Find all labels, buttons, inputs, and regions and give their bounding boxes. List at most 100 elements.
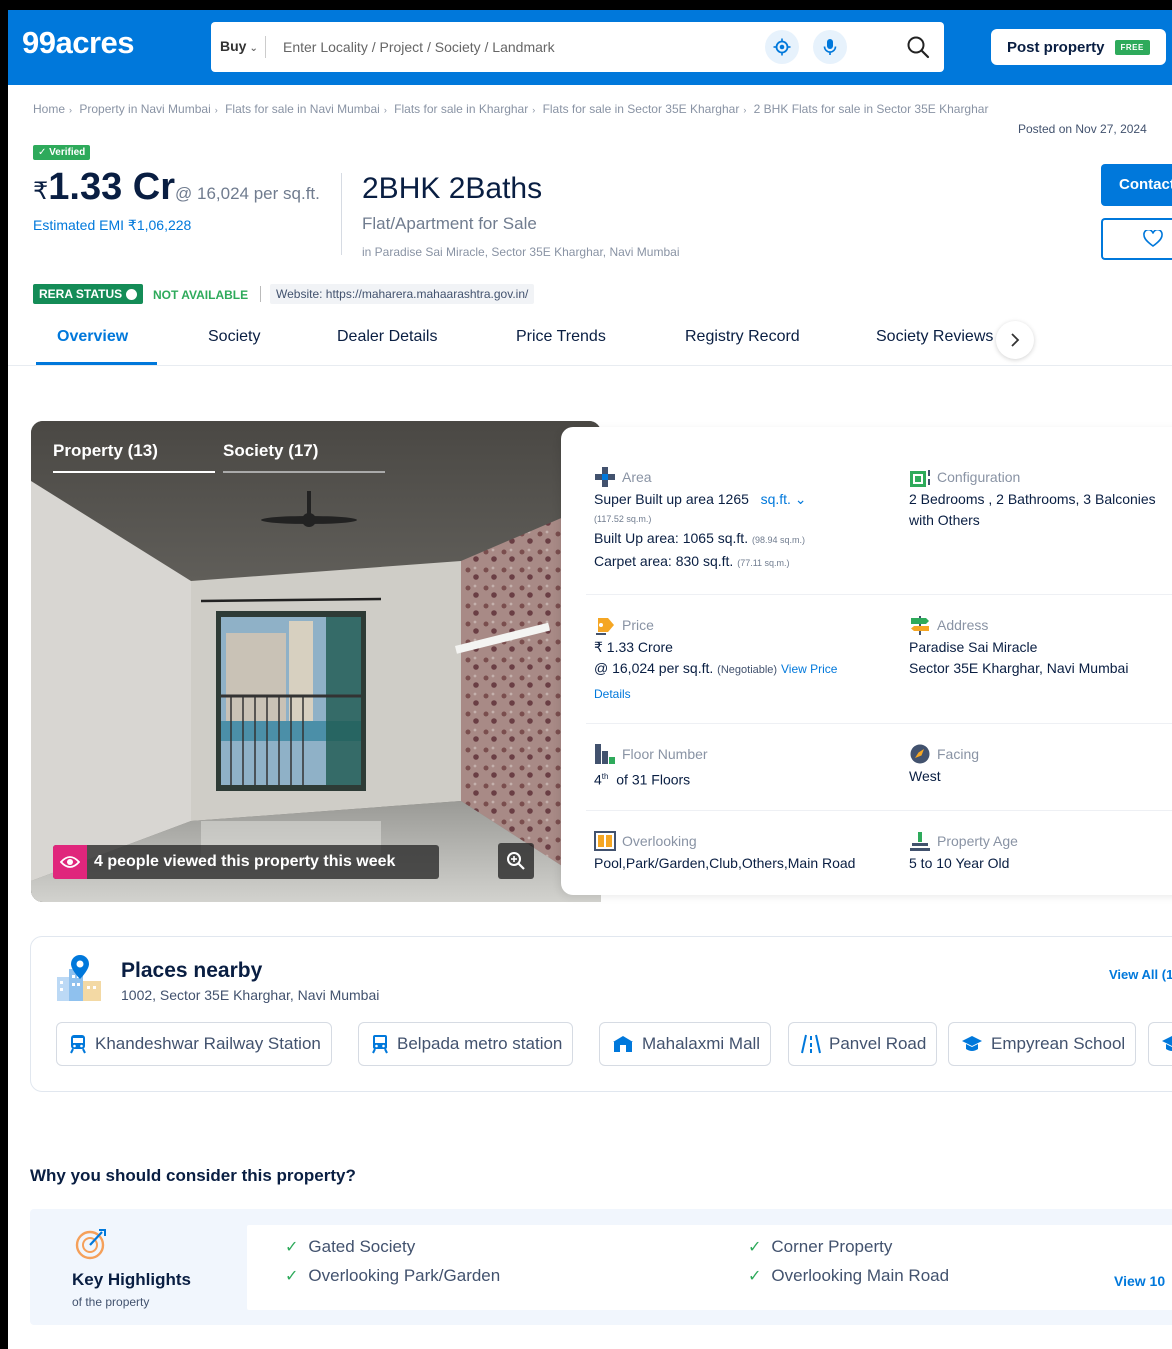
- search-bar: Buy ⌄: [211, 22, 944, 72]
- key-highlights-subtitle: of the property: [72, 1295, 150, 1309]
- search-icon: [907, 36, 930, 59]
- breadcrumb-separator: ›: [214, 105, 218, 115]
- divider: [265, 36, 266, 58]
- address-label: Address: [937, 617, 989, 633]
- breadcrumb-separator: ›: [532, 105, 536, 115]
- breadcrumb-flats-sector-35e[interactable]: Flats for sale in Sector 35E Kharghar: [543, 102, 740, 116]
- breadcrumb-flats-kharghar[interactable]: Flats for sale in Kharghar: [394, 102, 528, 116]
- tab-overview[interactable]: Overview: [57, 328, 128, 346]
- view-all-places-link[interactable]: View All (1: [1109, 967, 1172, 982]
- check-icon: ✓: [285, 1239, 299, 1256]
- microphone-icon: [823, 39, 837, 55]
- buy-dropdown[interactable]: Buy ⌄: [220, 38, 258, 54]
- area-icon: [595, 467, 615, 487]
- contact-button[interactable]: Contact: [1101, 164, 1172, 206]
- key-highlights-list: ✓ Gated Society ✓ Overlooking Park/Garden …: [247, 1225, 1172, 1310]
- place-chip[interactable]: Khandeshwar Railway Station: [56, 1022, 332, 1066]
- post-property-label: Post property: [1007, 38, 1105, 56]
- area-unit-dropdown[interactable]: sq.ft.: [761, 491, 791, 507]
- details-row: Floor Number 4th of 31 Floors Facing Wes…: [586, 724, 1172, 811]
- breadcrumb-home[interactable]: Home: [33, 102, 65, 116]
- tab-registry-record[interactable]: Registry Record: [685, 328, 800, 346]
- price-cell: Price ₹ 1.33 Crore @ 16,024 per sq.ft. (…: [594, 613, 837, 707]
- views-text: 4 people viewed this property this week: [94, 853, 396, 870]
- active-tab-indicator: [36, 362, 157, 365]
- school-icon: [962, 1036, 982, 1051]
- property-type: Flat/Apartment for Sale: [362, 214, 537, 233]
- train-icon: [70, 1035, 86, 1054]
- places-nearby-card: Places nearby 1002, Sector 35E Kharghar,…: [30, 936, 1172, 1092]
- details-row: Overlooking Pool,Park/Garden,Club,Others…: [586, 811, 1172, 895]
- compass-icon: [910, 744, 930, 764]
- super-area-sqm: (117.52 sq.m.): [594, 514, 652, 524]
- place-chip-more[interactable]: [1148, 1022, 1172, 1066]
- floor-total: of 31 Floors: [616, 771, 691, 788]
- price-value: 1.33 Cr: [48, 166, 176, 208]
- built-up-area: Built Up area: 1065 sq.ft.: [594, 530, 749, 546]
- free-badge: FREE: [1114, 39, 1150, 55]
- overlooking-window-icon: [594, 831, 616, 851]
- listing-title: 2BHK 2Baths: [362, 172, 543, 205]
- gallery-tab-society[interactable]: Society (17): [223, 441, 318, 461]
- buy-label: Buy: [220, 38, 247, 54]
- school-icon: [1162, 1036, 1172, 1051]
- photo-gallery[interactable]: Property (13) Society (17) 4 people view…: [31, 421, 601, 902]
- floor-icon: [595, 744, 615, 764]
- section-tabs: Overview Society Dealer Details Price Tr…: [8, 318, 1172, 366]
- breadcrumb-property-navi-mumbai[interactable]: Property in Navi Mumbai: [79, 102, 210, 116]
- address-cell: Address Paradise Sai Miracle Sector 35E …: [909, 613, 1128, 679]
- search-input[interactable]: [283, 34, 753, 60]
- view-all-highlights-link[interactable]: View 10: [1114, 1273, 1165, 1289]
- gallery-tab-property[interactable]: Property (13): [53, 441, 158, 461]
- rera-website[interactable]: Website: https://maharera.mahaarashtra.g…: [270, 284, 535, 304]
- floor-label: Floor Number: [622, 746, 708, 762]
- gallery-tab-indicator: [53, 471, 215, 473]
- place-chip[interactable]: Belpada metro station: [358, 1022, 574, 1066]
- breadcrumb-flats-navi-mumbai[interactable]: Flats for sale in Navi Mumbai: [225, 102, 380, 116]
- estimated-emi-link[interactable]: Estimated EMI ₹1,06,228: [33, 217, 191, 234]
- place-name: Belpada metro station: [397, 1034, 563, 1053]
- city-location-icon: [57, 955, 101, 1001]
- highlight-item: ✓ Corner Property: [748, 1237, 892, 1257]
- zoom-in-icon: [507, 852, 525, 870]
- zoom-button[interactable]: [498, 843, 534, 879]
- voice-search-button[interactable]: [813, 30, 847, 64]
- property-age-value: 5 to 10 Year Old: [909, 855, 1010, 871]
- info-icon: [126, 288, 138, 300]
- locate-me-button[interactable]: [765, 30, 799, 64]
- highlight-text: Gated Society: [308, 1237, 416, 1256]
- place-chip[interactable]: Mahalaxmi Mall: [599, 1022, 772, 1066]
- rera-status-badge[interactable]: RERA STATUS: [33, 284, 144, 304]
- gallery-tab-divider: [223, 471, 385, 473]
- tab-dealer-details[interactable]: Dealer Details: [337, 328, 437, 346]
- area-label: Area: [622, 469, 652, 485]
- price-details-link[interactable]: Details: [594, 681, 837, 707]
- divider: [260, 286, 261, 302]
- search-button[interactable]: [903, 32, 933, 62]
- divider: [341, 173, 342, 255]
- shortlist-button[interactable]: [1101, 218, 1172, 260]
- price-crore: ₹ 1.33 Crore: [594, 639, 673, 655]
- chevron-down-icon: ⌄: [249, 43, 258, 54]
- rera-value: NOT AVAILABLE: [153, 288, 249, 302]
- built-up-area-sqm: (98.94 sq.m.): [751, 535, 806, 545]
- facing-value: West: [909, 768, 941, 784]
- place-name: Khandeshwar Railway Station: [95, 1034, 321, 1053]
- property-photo[interactable]: [31, 421, 601, 902]
- posted-date: Posted on Nov 27, 2024: [1018, 122, 1147, 136]
- key-highlights-title: Key Highlights: [72, 1270, 192, 1289]
- target-highlight-icon: [75, 1229, 106, 1260]
- location-target-icon: [773, 38, 791, 56]
- tab-society[interactable]: Society: [208, 328, 260, 346]
- tab-society-reviews[interactable]: Society Reviews: [876, 328, 993, 346]
- place-chip[interactable]: Empyrean School: [948, 1022, 1137, 1066]
- logo[interactable]: 99acres: [22, 25, 135, 61]
- check-icon: ✓: [748, 1239, 762, 1256]
- super-area: Super Built up area 1265: [594, 491, 749, 507]
- post-property-button[interactable]: Post property FREE: [991, 29, 1166, 65]
- area-cell: Area Super Built up area 1265 sq.ft. ⌄ (…: [594, 465, 807, 574]
- place-chip[interactable]: Panvel Road: [788, 1022, 938, 1066]
- tab-price-trends[interactable]: Price Trends: [516, 328, 606, 346]
- tabs-next-button[interactable]: [996, 321, 1034, 359]
- view-price-details-link[interactable]: View Price: [781, 662, 837, 676]
